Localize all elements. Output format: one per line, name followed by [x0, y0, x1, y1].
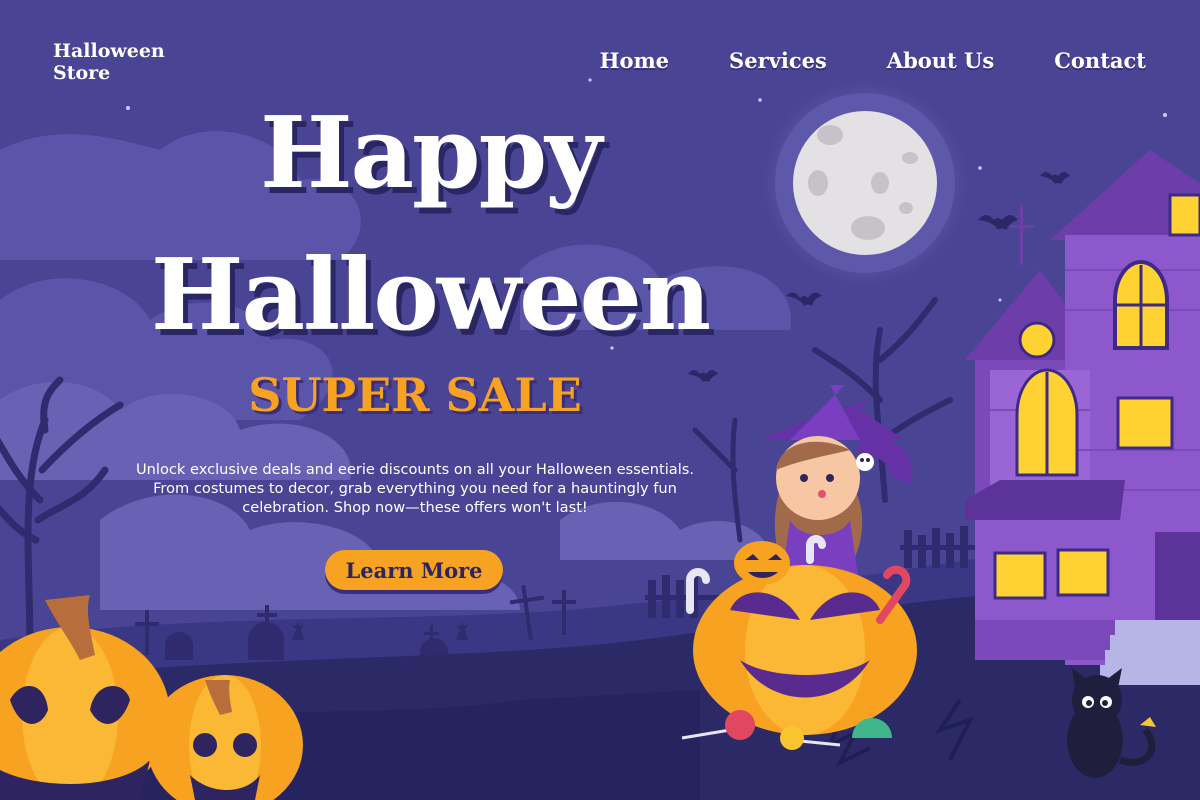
nav-about-us[interactable]: About Us: [887, 48, 994, 73]
brand-line-2: Store: [53, 62, 111, 84]
nav-home[interactable]: Home: [600, 48, 669, 73]
nav-services[interactable]: Services: [729, 48, 827, 73]
hero-description: Unlock exclusive deals and eerie discoun…: [135, 461, 695, 516]
hero-title-line-2: Halloween: [150, 238, 711, 353]
main-nav: Home Services About Us Contact: [600, 48, 1146, 73]
pumpkin-bucket: [734, 541, 790, 585]
jack-o-lantern-icon: [693, 565, 917, 735]
hero-title-line-1: Happy: [259, 96, 602, 211]
landing-page: Halloween Store Home Services About Us C…: [0, 0, 1200, 800]
hero-subtitle: SUPER SALE: [248, 368, 582, 422]
brand-logo[interactable]: Halloween Store: [53, 40, 165, 84]
hero-title: Happy Halloween: [60, 103, 800, 347]
nav-contact[interactable]: Contact: [1054, 48, 1146, 73]
learn-more-button[interactable]: Learn More: [325, 550, 503, 590]
brand-line-1: Halloween: [53, 40, 165, 62]
